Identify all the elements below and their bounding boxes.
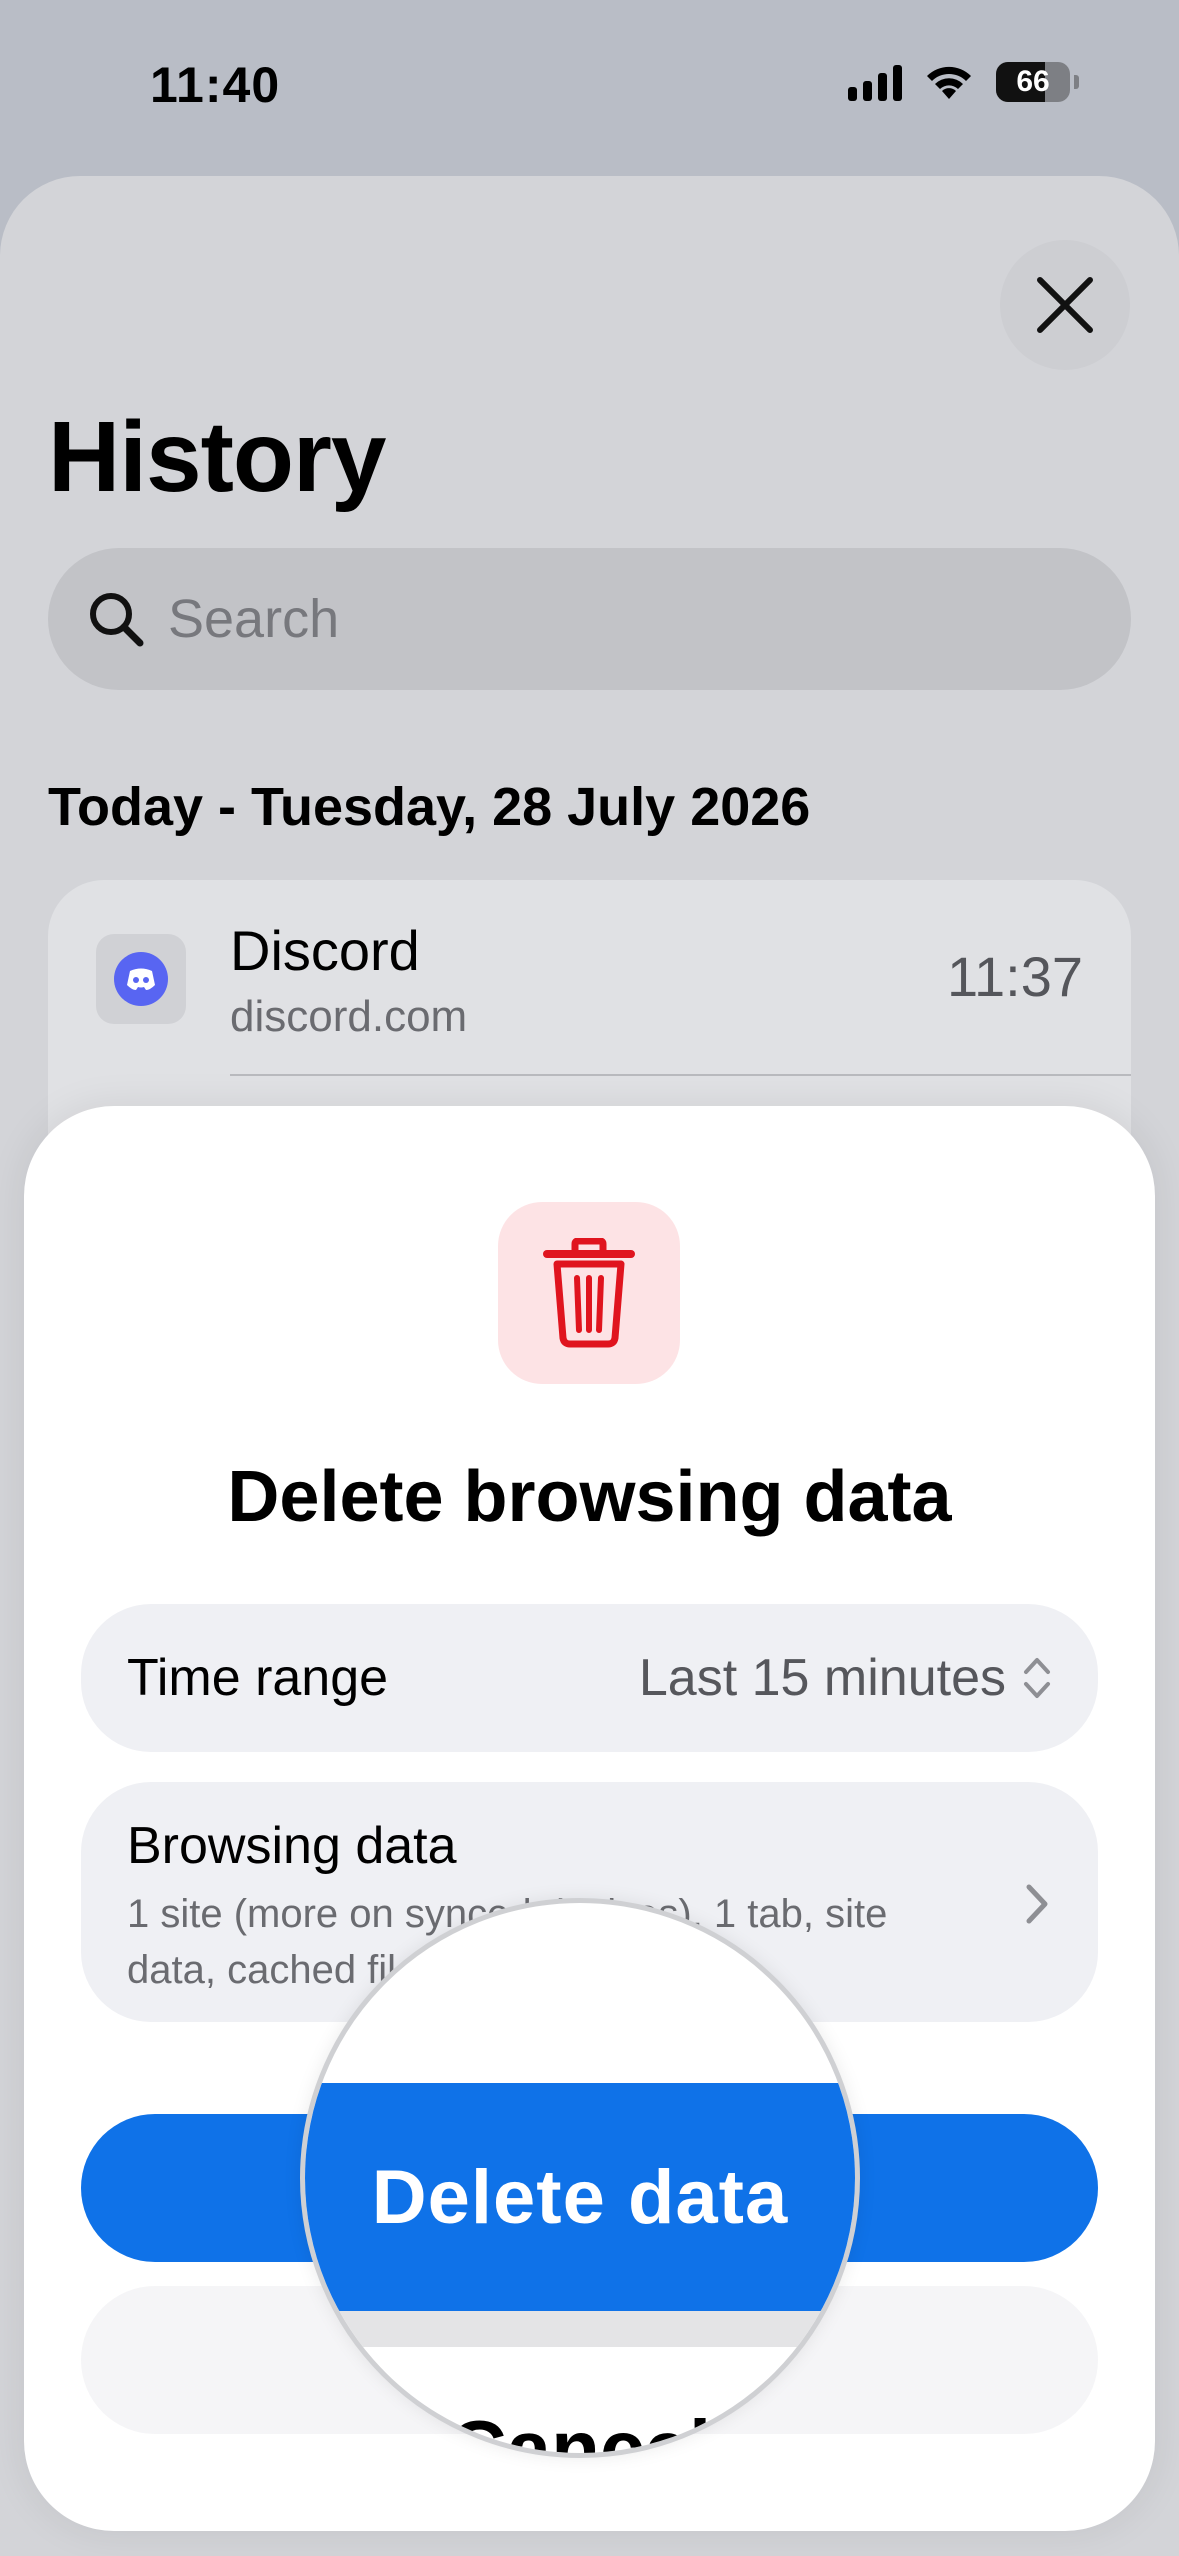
updown-chevron-icon bbox=[1024, 1658, 1050, 1698]
time-range-selector[interactable]: Time range Last 15 minutes bbox=[81, 1604, 1098, 1752]
cancel-label: Cancel bbox=[448, 2404, 712, 2458]
delete-data-label: Delete data bbox=[371, 2154, 789, 2240]
site-url: discord.com bbox=[230, 992, 468, 1041]
browsing-data-label: Browsing data bbox=[127, 1817, 457, 1875]
search-icon bbox=[90, 593, 144, 647]
time-range-label: Time range bbox=[127, 1649, 389, 1707]
close-button[interactable] bbox=[1000, 240, 1130, 370]
search-placeholder: Search bbox=[168, 589, 340, 649]
status-bar: 11:40 66 bbox=[0, 0, 1179, 170]
cellular-signal-icon bbox=[848, 63, 902, 101]
status-icons: 66 bbox=[848, 62, 1079, 102]
site-favicon bbox=[96, 934, 186, 1024]
visit-time: 11:37 bbox=[947, 945, 1083, 1008]
battery-icon: 66 bbox=[996, 62, 1070, 102]
magnified-gap bbox=[305, 2311, 855, 2347]
sheet-title: Delete browsing data bbox=[227, 1457, 952, 1537]
trash-badge bbox=[498, 1202, 680, 1384]
page-title: History bbox=[48, 401, 387, 513]
wifi-icon bbox=[927, 66, 971, 99]
discord-icon bbox=[114, 952, 168, 1006]
battery-level: 66 bbox=[1016, 65, 1050, 98]
site-title: Discord bbox=[230, 919, 420, 982]
search-input[interactable]: Search bbox=[48, 548, 1131, 690]
close-icon bbox=[1037, 277, 1093, 333]
trash-icon bbox=[543, 1238, 635, 1348]
status-time: 11:40 bbox=[150, 57, 281, 113]
history-list: Discord discord.com 11:37 bbox=[48, 880, 1131, 1140]
date-heading: Today - Tuesday, 28 July 2026 bbox=[48, 777, 811, 837]
chevron-right-icon bbox=[1026, 1884, 1048, 1924]
magnified-delete-button[interactable]: Delete data bbox=[305, 2083, 855, 2311]
battery-tip bbox=[1074, 75, 1079, 89]
time-range-value: Last 15 minutes bbox=[638, 1649, 1006, 1707]
magnifier-lens: Delete data Cancel bbox=[300, 1898, 860, 2458]
divider bbox=[230, 1074, 1131, 1076]
